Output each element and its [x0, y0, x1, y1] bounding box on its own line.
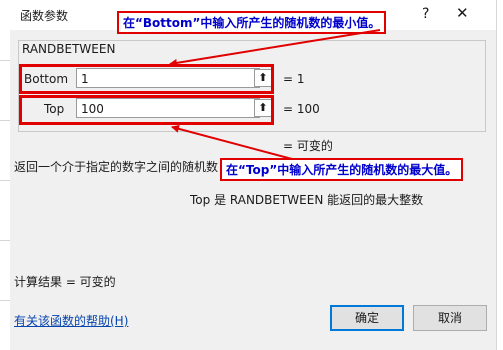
row-gridline — [0, 300, 10, 301]
ok-button[interactable]: 确定 — [330, 305, 404, 331]
function-description: 返回一个介于指定的数字之间的随机数 — [14, 160, 219, 174]
bottom-result: = 1 — [283, 72, 305, 86]
argument-description: Top 是 RANDBETWEEN 能返回的最大整数 — [190, 193, 424, 207]
row-gridline — [0, 240, 10, 241]
top-highlight-box — [19, 95, 274, 125]
calculation-result: 计算结果 = 可变的 — [14, 275, 116, 289]
dialog-title: 函数参数 — [20, 9, 69, 23]
help-icon[interactable]: ? — [422, 6, 429, 22]
worksheet-right-edge — [496, 0, 503, 350]
function-name: RANDBETWEEN — [20, 42, 118, 56]
function-help-link[interactable]: 有关该函数的帮助(H) — [14, 312, 128, 329]
close-icon[interactable]: ✕ — [456, 4, 469, 22]
bottom-highlight-box — [19, 64, 274, 94]
row-gridline — [0, 180, 10, 181]
row-gridline — [0, 60, 10, 61]
bottom-callout: 在“Bottom”中输入所产生的随机数的最小值。 — [117, 11, 387, 34]
top-callout: 在“Top”中输入所产生的随机数的最大值。 — [220, 158, 464, 181]
top-result: = 100 — [283, 102, 320, 116]
formula-result-preview: = 可变的 — [283, 139, 333, 153]
cancel-button[interactable]: 取消 — [413, 305, 487, 331]
row-gridline — [0, 120, 10, 121]
